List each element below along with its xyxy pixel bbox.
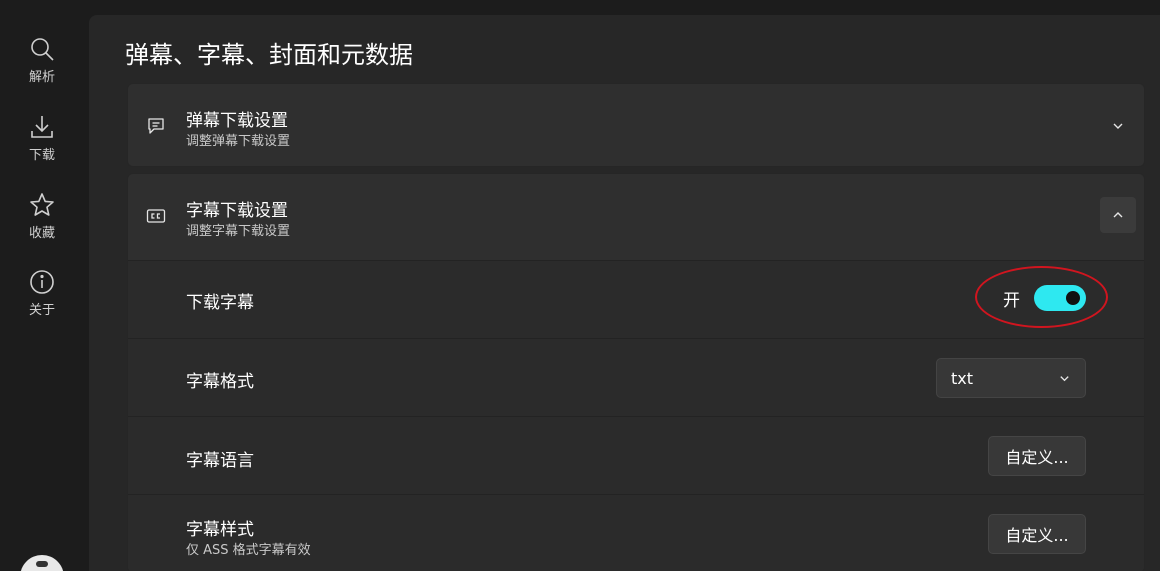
app-window: 解析 下载 收藏 关于 弹幕、字幕、封面和元数据 弹幕下载设置 调整弹幕下载设置… [0, 0, 1160, 571]
collapse-button[interactable] [1100, 197, 1136, 233]
download-icon [31, 116, 53, 138]
info-icon [30, 270, 54, 294]
card-subtitle: 调整弹幕下载设置 [186, 134, 291, 149]
avatar[interactable] [20, 555, 64, 571]
sidebar-item-label: 关于 [28, 303, 55, 318]
sidebar-item-about[interactable]: 关于 [4, 267, 80, 337]
row-sublabel: 仅 ASS 格式字幕有效 [186, 543, 311, 558]
row-label: 字幕语言 [186, 451, 254, 471]
star-icon [30, 193, 54, 216]
row-label: 字幕样式 [186, 520, 254, 540]
subtitle-style-row: 字幕样式 仅 ASS 格式字幕有效 自定义... [128, 494, 1144, 571]
danmaku-settings-header[interactable]: 弹幕下载设置 调整弹幕下载设置 [128, 84, 1144, 168]
sidebar: 解析 下载 收藏 关于 [0, 0, 84, 571]
settings-panel: 弹幕、字幕、封面和元数据 弹幕下载设置 调整弹幕下载设置 字幕下载设置 调整字幕… [89, 15, 1160, 571]
row-label: 字幕格式 [186, 372, 254, 392]
subtitle-settings-card: 字幕下载设置 调整字幕下载设置 下载字幕 开 字幕格式 txt 字幕语言 自定义… [127, 173, 1145, 571]
search-icon [31, 38, 54, 61]
sidebar-item-label: 下载 [28, 148, 55, 163]
subtitle-format-select[interactable]: txt [936, 358, 1086, 398]
sidebar-item-parse[interactable]: 解析 [4, 34, 80, 104]
subtitle-settings-header[interactable]: 字幕下载设置 调整字幕下载设置 [128, 174, 1144, 260]
chevron-up-icon [1113, 212, 1123, 218]
card-title: 弹幕下载设置 [186, 111, 288, 131]
download-subtitle-toggle[interactable] [1034, 285, 1086, 311]
toggle-knob [1066, 291, 1080, 305]
card-title: 字幕下载设置 [186, 201, 288, 221]
closed-caption-icon [146, 209, 166, 223]
download-subtitle-toggle-group: 开 [1003, 285, 1086, 311]
row-label: 下载字幕 [186, 293, 254, 313]
card-subtitle: 调整字幕下载设置 [186, 224, 291, 239]
sidebar-item-favorites[interactable]: 收藏 [4, 190, 80, 260]
danmaku-settings-card: 弹幕下载设置 调整弹幕下载设置 [127, 83, 1145, 167]
expand-button[interactable] [1100, 108, 1136, 144]
download-subtitle-row: 下载字幕 开 [128, 260, 1144, 338]
subtitle-language-custom-button[interactable]: 自定义... [988, 436, 1086, 476]
sidebar-item-label: 收藏 [28, 226, 55, 241]
chevron-down-icon [1113, 123, 1123, 129]
chevron-down-icon [1060, 375, 1069, 381]
subtitle-style-custom-button[interactable]: 自定义... [988, 514, 1086, 554]
select-value: txt [951, 368, 974, 388]
sidebar-item-label: 解析 [28, 70, 55, 85]
sidebar-item-download[interactable]: 下载 [4, 112, 80, 182]
subtitle-format-row: 字幕格式 txt [128, 338, 1144, 416]
comment-icon [148, 118, 164, 134]
page-title: 弹幕、字幕、封面和元数据 [125, 41, 413, 69]
subtitle-language-row: 字幕语言 自定义... [128, 416, 1144, 494]
toggle-state-label: 开 [1003, 290, 1020, 311]
